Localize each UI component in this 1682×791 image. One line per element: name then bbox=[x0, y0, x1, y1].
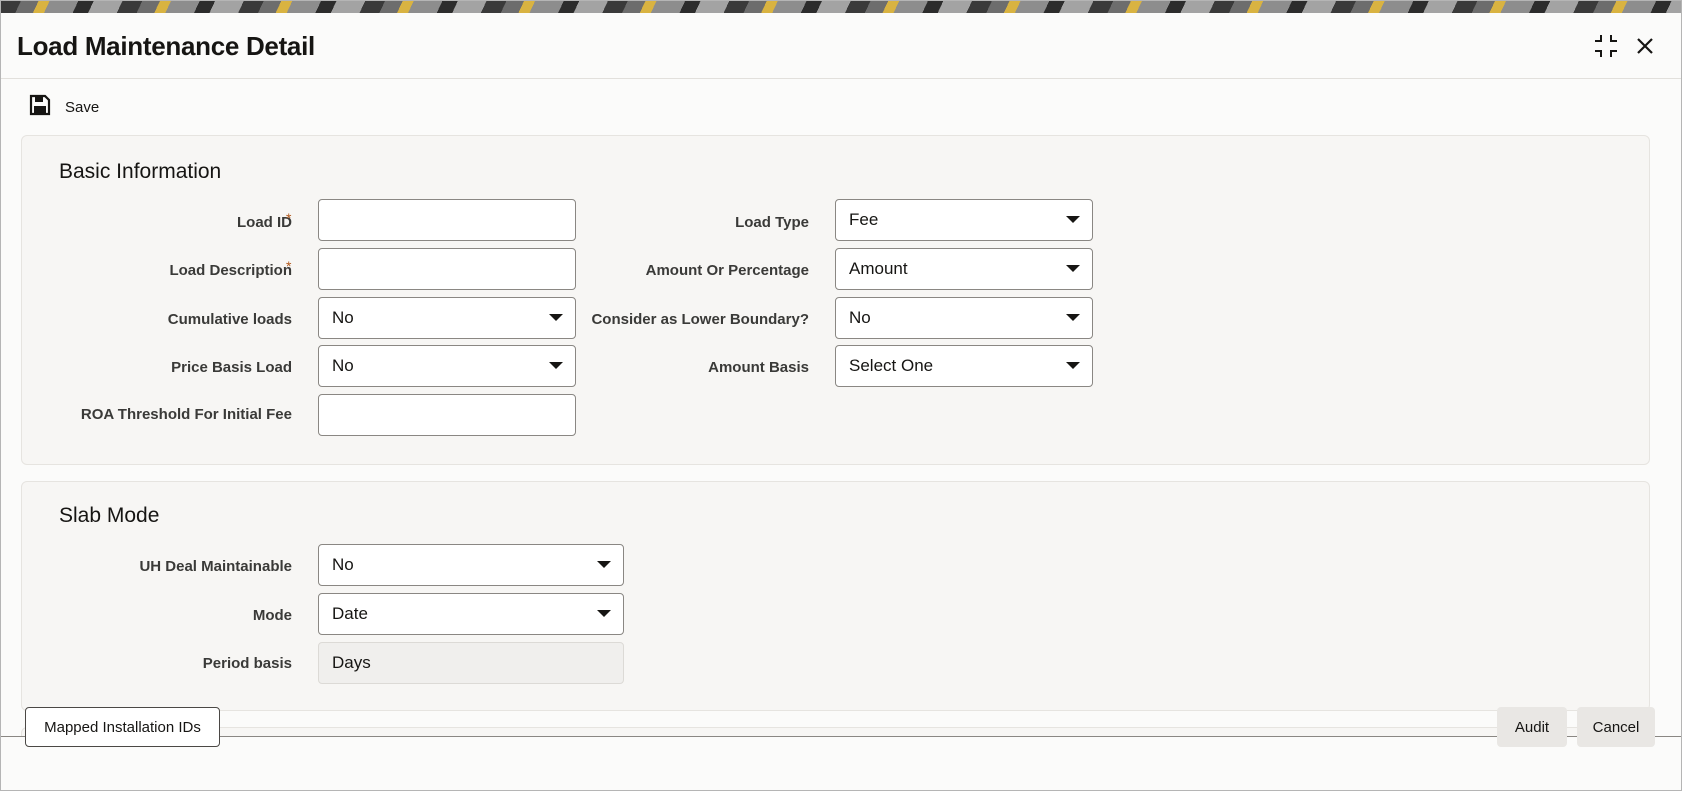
window-header: Load Maintenance Detail bbox=[1, 13, 1681, 79]
decorative-banner bbox=[1, 1, 1681, 13]
label-period-basis: Period basis bbox=[202, 655, 292, 672]
consider-lower-boundary-select[interactable]: No bbox=[835, 297, 1093, 339]
label-load-description: Load Description bbox=[169, 262, 292, 279]
label-roa-threshold: ROA Threshold For Initial Fee bbox=[80, 406, 292, 423]
amount-basis-select[interactable]: Select One bbox=[835, 345, 1093, 387]
amount-or-percentage-select[interactable]: Amount bbox=[835, 248, 1093, 290]
section-heading-slab-mode: Slab Mode bbox=[59, 504, 160, 527]
load-type-select[interactable]: Fee bbox=[835, 199, 1093, 241]
label-mode: Mode bbox=[252, 607, 292, 624]
save-label: Save bbox=[65, 98, 100, 116]
roa-threshold-input[interactable] bbox=[318, 394, 576, 436]
required-marker: * bbox=[286, 258, 292, 274]
basic-information-section: Basic Information Load ID * Load Descrip… bbox=[21, 135, 1650, 465]
collapse-icon[interactable] bbox=[1591, 31, 1621, 61]
label-amount-or-percentage: Amount Or Percentage bbox=[645, 262, 809, 279]
caret-down-icon bbox=[1066, 216, 1080, 223]
close-icon[interactable] bbox=[1630, 31, 1660, 61]
consider-lower-boundary-value: No bbox=[849, 308, 871, 327]
label-load-type: Load Type bbox=[735, 214, 809, 231]
price-basis-load-value: No bbox=[332, 356, 354, 375]
label-consider-lower-boundary: Consider as Lower Boundary? bbox=[591, 311, 809, 328]
label-uh-deal-maintainable: UH Deal Maintainable bbox=[139, 558, 292, 575]
load-description-input[interactable] bbox=[318, 248, 576, 290]
caret-down-icon bbox=[1066, 265, 1080, 272]
required-marker: * bbox=[286, 210, 292, 226]
save-button[interactable]: Save bbox=[29, 94, 100, 121]
caret-down-icon bbox=[597, 610, 611, 617]
amount-or-percentage-value: Amount bbox=[849, 259, 908, 278]
floppy-disk-icon bbox=[29, 94, 51, 121]
load-maintenance-window: Load Maintenance Detail Save Basic Infor… bbox=[0, 0, 1682, 791]
mode-select[interactable]: Date bbox=[318, 593, 624, 635]
mode-value: Date bbox=[332, 604, 368, 623]
page-title: Load Maintenance Detail bbox=[17, 31, 315, 61]
toolbar: Save bbox=[1, 79, 1681, 131]
caret-down-icon bbox=[597, 561, 611, 568]
uh-deal-maintainable-select[interactable]: No bbox=[318, 544, 624, 586]
caret-down-icon bbox=[1066, 362, 1080, 369]
slab-mode-section: Slab Mode UH Deal Maintainable No Mode D… bbox=[21, 481, 1650, 711]
section-heading-basic-information: Basic Information bbox=[59, 160, 222, 183]
label-load-id: Load ID bbox=[237, 214, 292, 231]
load-id-input[interactable] bbox=[318, 199, 576, 241]
price-basis-load-select[interactable]: No bbox=[318, 345, 576, 387]
cancel-button[interactable]: Cancel bbox=[1577, 707, 1655, 747]
load-type-value: Fee bbox=[849, 210, 879, 229]
label-cumulative-loads: Cumulative loads bbox=[167, 311, 292, 328]
period-basis-value: Days bbox=[332, 653, 371, 672]
audit-button[interactable]: Audit bbox=[1497, 707, 1567, 747]
label-amount-basis: Amount Basis bbox=[708, 359, 809, 376]
label-price-basis-load: Price Basis Load bbox=[171, 359, 292, 376]
uh-deal-maintainable-value: No bbox=[332, 555, 354, 574]
mapped-installation-ids-button[interactable]: Mapped Installation IDs bbox=[25, 707, 220, 747]
footer-bar bbox=[1, 736, 1681, 790]
cumulative-loads-select[interactable]: No bbox=[318, 297, 576, 339]
cumulative-loads-value: No bbox=[332, 308, 354, 327]
period-basis-field: Days bbox=[318, 642, 624, 684]
caret-down-icon bbox=[1066, 314, 1080, 321]
amount-basis-value: Select One bbox=[849, 356, 934, 375]
